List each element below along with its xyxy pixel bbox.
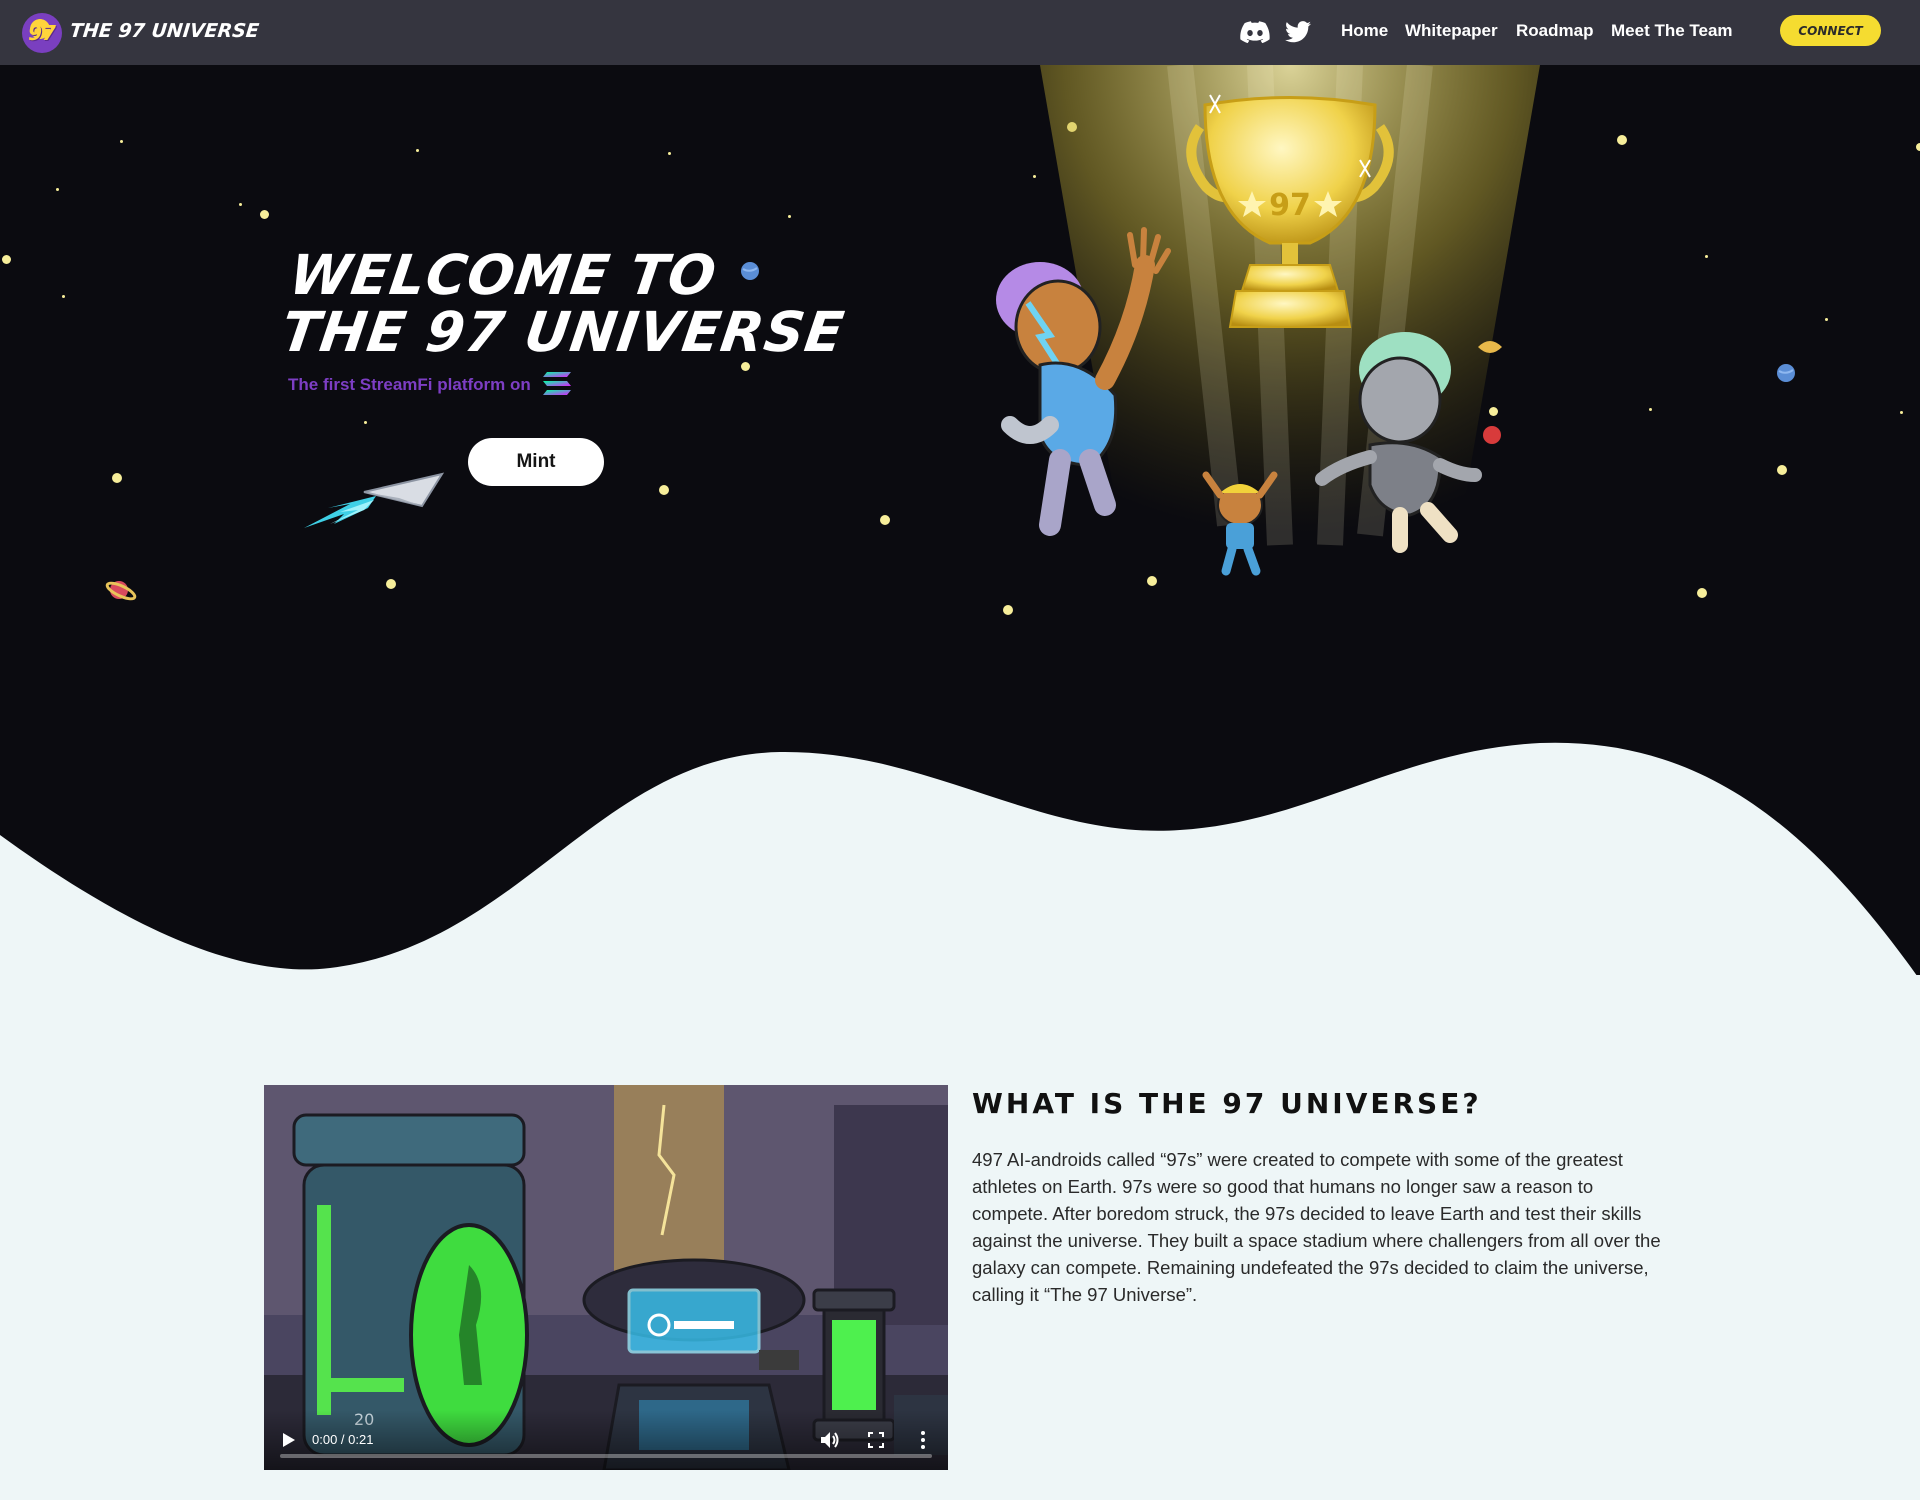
star bbox=[1705, 255, 1708, 258]
about-description: 497 AI-androids called “97s” were create… bbox=[972, 1149, 1661, 1305]
solana-icon bbox=[543, 372, 571, 395]
capsule-tank: 20 bbox=[292, 1113, 529, 1457]
star bbox=[659, 485, 669, 495]
discord-icon[interactable] bbox=[1240, 18, 1270, 46]
svg-text:97: 97 bbox=[1269, 188, 1311, 223]
nav-link-whitepaper[interactable]: Whitepaper bbox=[1405, 21, 1498, 41]
star bbox=[1900, 411, 1903, 414]
more-options-icon[interactable] bbox=[920, 1430, 926, 1450]
star bbox=[788, 215, 791, 218]
star bbox=[56, 188, 59, 191]
about-title: WHAT IS THE 97 UNIVERSE? bbox=[972, 1087, 1482, 1120]
star bbox=[880, 515, 890, 525]
hero-subtitle: The first StreamFi platform on bbox=[288, 375, 531, 394]
navbar: 97 THE 97 UNIVERSE Home Whitepaper Roadm… bbox=[0, 0, 1920, 65]
intro-video-player[interactable]: 20 0:00 / 0:21 bbox=[264, 1085, 948, 1470]
video-progress-bar[interactable] bbox=[280, 1454, 932, 1458]
star bbox=[364, 421, 367, 424]
hero-title: WELCOME TO THE 97 UNIVERSE bbox=[277, 243, 849, 364]
nav-link-roadmap[interactable]: Roadmap bbox=[1516, 21, 1593, 41]
hero-section: WELCOME TO THE 97 UNIVERSE The first Stre… bbox=[0, 65, 1920, 975]
star bbox=[668, 152, 671, 155]
star bbox=[260, 210, 269, 219]
star bbox=[2, 255, 11, 264]
twitter-icon[interactable] bbox=[1285, 18, 1311, 46]
planet-ringed-icon bbox=[105, 581, 137, 601]
video-controls: 0:00 / 0:21 bbox=[264, 1410, 948, 1470]
video-time: 0:00 / 0:21 bbox=[312, 1432, 374, 1447]
star bbox=[62, 295, 65, 298]
star bbox=[1916, 143, 1920, 151]
star bbox=[120, 140, 123, 143]
volume-icon[interactable] bbox=[820, 1431, 840, 1449]
star bbox=[1697, 588, 1707, 598]
star bbox=[1825, 318, 1828, 321]
planet-blue-icon bbox=[1777, 364, 1795, 382]
connect-button[interactable]: CONNECT bbox=[1780, 15, 1881, 46]
fullscreen-icon[interactable] bbox=[868, 1432, 884, 1448]
star bbox=[239, 203, 242, 206]
play-icon[interactable] bbox=[282, 1432, 296, 1448]
logo-icon[interactable]: 97 bbox=[22, 13, 62, 53]
brand-name[interactable]: THE 97 UNIVERSE bbox=[69, 20, 260, 42]
star bbox=[112, 473, 122, 483]
rocket-arrow-icon bbox=[304, 472, 445, 528]
star bbox=[386, 579, 396, 589]
nav-link-meet-the-team[interactable]: Meet The Team bbox=[1611, 21, 1733, 41]
nav-link-home[interactable]: Home bbox=[1341, 21, 1388, 41]
star bbox=[416, 149, 419, 152]
hero-illustration: 97 bbox=[996, 65, 1540, 585]
mint-button[interactable]: Mint bbox=[468, 438, 604, 486]
star bbox=[1777, 465, 1787, 475]
